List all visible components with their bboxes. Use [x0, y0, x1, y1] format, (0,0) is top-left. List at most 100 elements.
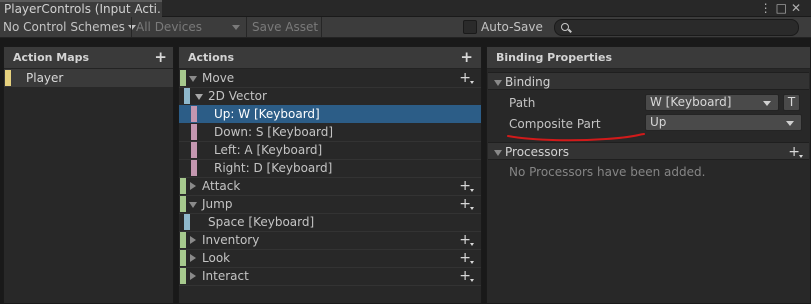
processors-empty-row: No Processors have been added.: [487, 163, 810, 181]
action-map-label: Player: [26, 71, 64, 85]
part-color-marker: [191, 106, 197, 122]
add-processor-icon[interactable]: +: [788, 145, 803, 159]
binding-part-down[interactable]: Down: S [Keyboard]: [179, 123, 481, 141]
add-binding-icon[interactable]: +: [459, 269, 474, 283]
action-label: Move: [202, 71, 235, 85]
save-asset-button[interactable]: Save Asset: [252, 17, 318, 37]
part-color-marker: [191, 124, 197, 140]
binding-section-header[interactable]: Binding: [488, 72, 809, 90]
add-binding-icon[interactable]: +: [459, 251, 474, 265]
action-color-marker: [180, 268, 186, 284]
action-maps-panel: Action Maps + Player: [3, 46, 174, 304]
composite-part-dropdown[interactable]: Up: [645, 114, 802, 131]
composite-part-value: Up: [650, 115, 667, 129]
action-attack[interactable]: Attack +: [179, 177, 481, 195]
menu-icon[interactable]: ⋮: [760, 1, 776, 15]
window-title-bar: PlayerControls (Input Acti... ⋮□✕: [0, 0, 811, 17]
add-binding-icon[interactable]: +: [459, 71, 474, 85]
actions-header: Actions +: [179, 47, 481, 69]
maximize-icon[interactable]: □: [776, 1, 791, 15]
binding-space[interactable]: Space [Keyboard]: [179, 213, 481, 231]
window-controls: ⋮□✕: [760, 1, 805, 15]
processors-section-label: Processors: [505, 145, 570, 159]
binding-label: Space [Keyboard]: [208, 215, 315, 229]
action-label: Interact: [202, 269, 249, 283]
add-action-icon[interactable]: +: [460, 50, 473, 65]
devices-dropdown[interactable]: All Devices: [136, 17, 244, 37]
chevron-down-icon: [232, 25, 240, 30]
binding-part-right[interactable]: Right: D [Keyboard]: [179, 159, 481, 177]
part-color-marker: [191, 142, 197, 158]
toolbar-divider: [321, 17, 322, 37]
add-binding-icon[interactable]: +: [459, 233, 474, 247]
control-schemes-label: No Control Schemes: [3, 20, 125, 34]
binding-properties-title: Binding Properties: [496, 51, 613, 64]
composite-part-row: Composite Part Up: [487, 113, 810, 131]
composite-2d-vector[interactable]: 2D Vector: [179, 87, 481, 105]
toolbar-divider: [131, 17, 132, 37]
processors-empty-message: No Processors have been added.: [509, 165, 706, 179]
action-interact[interactable]: Interact +: [179, 267, 481, 285]
action-move[interactable]: Move +: [179, 69, 481, 87]
action-label: Look: [202, 251, 231, 265]
binding-color-marker: [184, 214, 190, 230]
expand-arrow-icon[interactable]: [190, 272, 196, 280]
action-map-player[interactable]: Player: [4, 69, 173, 87]
auto-save-label: Auto-Save: [481, 20, 543, 34]
save-asset-label: Save Asset: [252, 20, 319, 34]
close-icon[interactable]: ✕: [791, 1, 805, 15]
path-value: W [Keyboard]: [650, 95, 732, 109]
window-tab[interactable]: PlayerControls (Input Acti...: [0, 0, 162, 17]
action-maps-header: Action Maps +: [4, 47, 173, 69]
part-color-marker: [191, 160, 197, 176]
action-maps-title: Action Maps: [13, 51, 90, 64]
binding-properties-header: Binding Properties: [487, 47, 810, 69]
toolbar: No Control Schemes All Devices Save Asse…: [0, 17, 811, 38]
row-divider: [179, 285, 481, 286]
expand-arrow-icon[interactable]: [494, 80, 502, 86]
expand-arrow-icon[interactable]: [189, 202, 197, 208]
window-tab-title: PlayerControls (Input Acti...: [4, 2, 162, 16]
text-mode-button[interactable]: T: [783, 94, 800, 111]
composite-part-label: Composite Part: [509, 117, 601, 131]
action-label: Attack: [202, 179, 241, 193]
devices-label: All Devices: [136, 20, 202, 34]
action-jump[interactable]: Jump +: [179, 195, 481, 213]
expand-arrow-icon[interactable]: [494, 150, 502, 156]
part-label: Left: A [Keyboard]: [214, 143, 323, 157]
binding-part-up[interactable]: Up: W [Keyboard]: [179, 105, 481, 123]
expand-arrow-icon[interactable]: [190, 182, 196, 190]
part-label: Down: S [Keyboard]: [214, 125, 334, 139]
part-label: Right: D [Keyboard]: [214, 161, 333, 175]
search-input[interactable]: [554, 19, 799, 36]
add-binding-icon[interactable]: +: [459, 197, 474, 211]
action-color-marker: [180, 178, 186, 194]
chevron-down-icon: [763, 101, 771, 106]
processors-section-header[interactable]: Processors +: [488, 142, 809, 160]
binding-part-left[interactable]: Left: A [Keyboard]: [179, 141, 481, 159]
toolbar-divider: [246, 17, 247, 37]
expand-arrow-icon[interactable]: [190, 254, 196, 262]
action-map-color-marker: [5, 70, 11, 86]
path-dropdown[interactable]: W [Keyboard]: [645, 94, 779, 111]
actions-title: Actions: [188, 51, 234, 64]
action-color-marker: [180, 70, 186, 86]
action-label: Jump: [202, 197, 233, 211]
composite-color-marker: [184, 88, 190, 104]
action-color-marker: [180, 196, 186, 212]
action-inventory[interactable]: Inventory +: [179, 231, 481, 249]
add-action-map-icon[interactable]: +: [154, 50, 167, 65]
auto-save-checkbox[interactable]: [463, 20, 477, 34]
add-binding-icon[interactable]: +: [459, 179, 474, 193]
action-color-marker: [180, 250, 186, 266]
expand-arrow-icon[interactable]: [189, 76, 197, 82]
red-underline-annotation: [507, 133, 645, 142]
expand-arrow-icon[interactable]: [195, 94, 203, 100]
part-label: Up: W [Keyboard]: [214, 107, 320, 121]
control-schemes-dropdown[interactable]: No Control Schemes: [3, 17, 136, 37]
binding-section-label: Binding: [505, 75, 551, 89]
search-icon: [561, 23, 569, 31]
expand-arrow-icon[interactable]: [190, 236, 196, 244]
action-look[interactable]: Look +: [179, 249, 481, 267]
action-label: Inventory: [202, 233, 260, 247]
